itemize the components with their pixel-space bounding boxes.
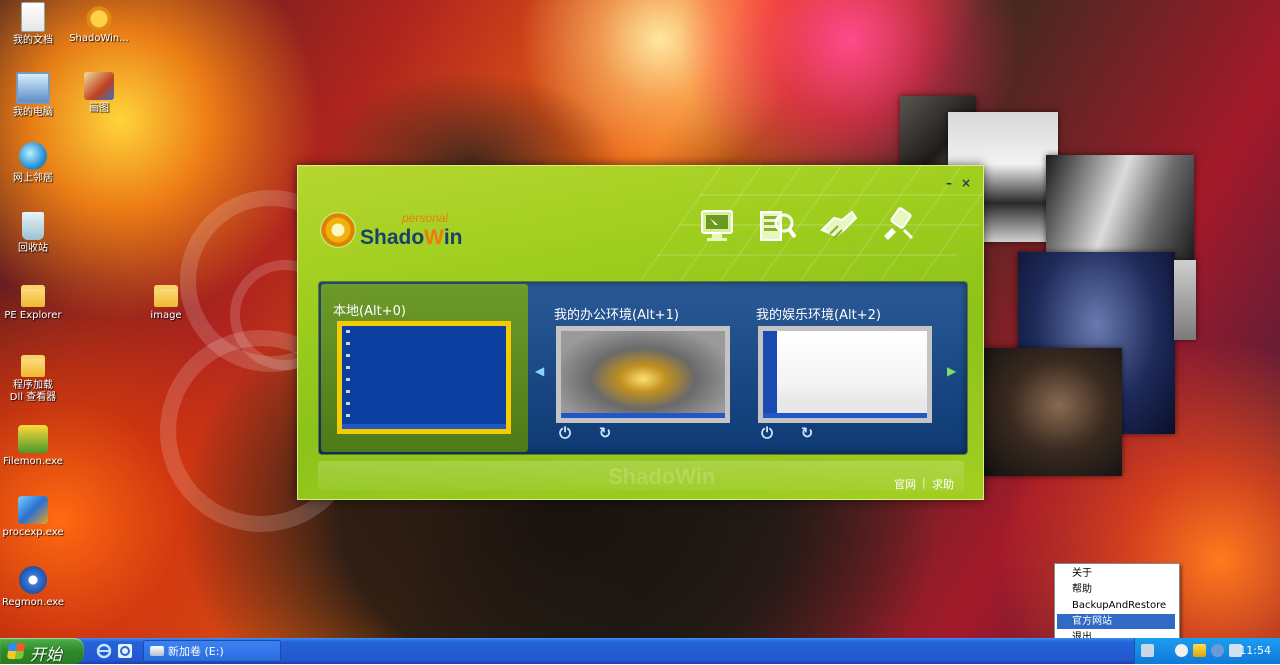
- tray-context-menu: 关于 帮助 BackupAndRestore 官方网站 退出: [1054, 563, 1180, 647]
- procexp-icon: [18, 496, 48, 524]
- menu-item-backup-restore[interactable]: BackupAndRestore: [1057, 598, 1175, 613]
- desktop-icon-paint[interactable]: 画图: [66, 72, 132, 115]
- collage-photo: [982, 348, 1122, 476]
- menu-item-official-site[interactable]: 官方网站: [1057, 614, 1175, 629]
- plug-icon[interactable]: [878, 206, 918, 246]
- desktop-icon-label: procexp.exe: [2, 527, 64, 538]
- taskbar-window-label: 新加卷 (E:): [168, 645, 224, 658]
- help-link[interactable]: 求助: [932, 476, 954, 492]
- desktop-icon-filemon[interactable]: Filemon.exe: [0, 425, 66, 468]
- desktop-icon-label: 网上邻居: [13, 173, 53, 184]
- desktop-icon-shadowin[interactable]: ShadoWin...: [66, 2, 132, 45]
- logo-text-end: in: [443, 226, 463, 249]
- system-tray: 11:54: [1134, 638, 1280, 664]
- minimize-button[interactable]: –: [942, 176, 956, 190]
- desktop-icon-label: 程序加载: [13, 380, 53, 391]
- shadowin-tray-icon[interactable]: [1175, 644, 1188, 657]
- desktop-icon-recycle-bin[interactable]: 回收站: [0, 212, 66, 255]
- collage-photo: [1174, 260, 1196, 340]
- env-title-office: 我的办公环境(Alt+1): [554, 308, 679, 323]
- thumbnail-desktop-icons: [346, 330, 350, 420]
- environment-panel: 本地(Alt+0) ◀ 我的办公环境(Alt+1) ⏻ ↻ 我的娱乐环境(Alt…: [318, 281, 968, 455]
- logo-text: ShadoWin: [360, 226, 462, 250]
- desktop-icon-label: PE Explorer: [4, 310, 62, 321]
- keyboard-icon[interactable]: [1141, 644, 1154, 657]
- start-label: 开始: [30, 645, 63, 664]
- header-decoration: [635, 166, 983, 286]
- recycle-bin-icon: [22, 212, 44, 240]
- paint-icon: [84, 72, 114, 100]
- desktop-icon-image[interactable]: image: [133, 285, 199, 322]
- desktop-icon-label: Dll 查看器: [9, 392, 57, 403]
- desktop-icon-dll-viewer[interactable]: 程序加载 Dll 查看器: [0, 355, 66, 404]
- logo-text-start: Shado: [360, 226, 425, 249]
- logo-edition: personal: [402, 211, 449, 225]
- power-icon[interactable]: ⏻: [759, 425, 775, 441]
- restart-icon[interactable]: ↻: [597, 425, 613, 441]
- shadowin-logo-icon: [320, 212, 356, 248]
- env-thumbnail-entertainment[interactable]: [758, 326, 932, 423]
- desktop-icon-label: Regmon.exe: [1, 597, 65, 608]
- folder-icon: [21, 285, 45, 307]
- env-thumbnail-local[interactable]: [337, 321, 511, 434]
- close-button[interactable]: ×: [959, 176, 973, 190]
- folder-icon: [21, 355, 45, 377]
- desktop-icon-network[interactable]: 网上邻居: [0, 142, 66, 185]
- desktop-icon-label: Filemon.exe: [3, 456, 63, 467]
- network-icon: [19, 142, 47, 170]
- network-tray-icon[interactable]: [1211, 644, 1224, 657]
- regmon-icon: [19, 566, 47, 594]
- nav-left-arrow[interactable]: ◀: [535, 364, 544, 378]
- nav-right-arrow[interactable]: ▶: [947, 364, 956, 378]
- restart-icon[interactable]: ↻: [799, 425, 815, 441]
- window-footer: ShadoWin 官网 | 求助: [318, 461, 964, 491]
- search-icon[interactable]: [758, 206, 798, 246]
- env-title-entertainment: 我的娱乐环境(Alt+2): [756, 308, 881, 323]
- desktop-icon-regmon[interactable]: Regmon.exe: [0, 566, 66, 609]
- taskbar-window-button[interactable]: 新加卷 (E:): [143, 640, 281, 662]
- thumbnail-taskbar: [561, 413, 725, 418]
- monitor-icon[interactable]: [698, 206, 738, 246]
- desktop-icon-label: 我的电脑: [13, 107, 53, 118]
- thumbnail-taskbar: [763, 413, 927, 418]
- collage-photo: [1046, 155, 1194, 265]
- filemon-icon: [18, 425, 48, 453]
- logo-text-w: W: [424, 226, 444, 249]
- ie-shortcut-icon[interactable]: [117, 643, 133, 659]
- documents-icon: [21, 2, 45, 32]
- windows-flag-icon: [6, 643, 26, 659]
- drive-icon: [150, 646, 164, 656]
- official-site-link[interactable]: 官网: [894, 476, 916, 492]
- env-title-local: 本地(Alt+0): [333, 304, 406, 319]
- thumbnail-sidebar: [763, 331, 777, 413]
- desktop-icon-my-documents[interactable]: 我的文档: [0, 2, 66, 47]
- footer-watermark: ShadoWin: [608, 464, 716, 489]
- desktop-icon-procexp[interactable]: procexp.exe: [0, 496, 66, 539]
- menu-item-help[interactable]: 帮助: [1057, 582, 1175, 597]
- desktop-icon-label: 我的文档: [13, 35, 53, 46]
- footer-separator: |: [922, 476, 926, 489]
- handshake-icon[interactable]: [818, 206, 858, 246]
- taskbar: 开始 新加卷 (E:) 11:54: [0, 638, 1280, 664]
- start-button[interactable]: 开始: [0, 638, 84, 664]
- security-shield-icon[interactable]: [1193, 644, 1206, 657]
- internet-explorer-icon[interactable]: [96, 643, 112, 659]
- clock: 11:54: [1239, 644, 1271, 657]
- power-icon[interactable]: ⏻: [557, 425, 573, 441]
- env-thumbnail-office[interactable]: [556, 326, 730, 423]
- desktop-icon-my-computer[interactable]: 我的电脑: [0, 72, 66, 119]
- shadowin-window: personal ShadoWin – × 本地(Alt+0) ◀ 我的办公环境…: [297, 165, 984, 500]
- folder-icon: [154, 285, 178, 307]
- thumbnail-taskbar: [342, 424, 506, 429]
- desktop-icon-label: 画图: [89, 103, 109, 114]
- desktop-icon-label: 回收站: [18, 243, 48, 254]
- desktop-icon-label: ShadoWin...: [69, 33, 129, 44]
- shadowin-icon: [84, 2, 114, 30]
- desktop-icon-pe-explorer[interactable]: PE Explorer: [0, 285, 66, 322]
- menu-item-about[interactable]: 关于: [1057, 566, 1175, 581]
- computer-icon: [16, 72, 50, 104]
- desktop-icon-label: image: [150, 310, 182, 321]
